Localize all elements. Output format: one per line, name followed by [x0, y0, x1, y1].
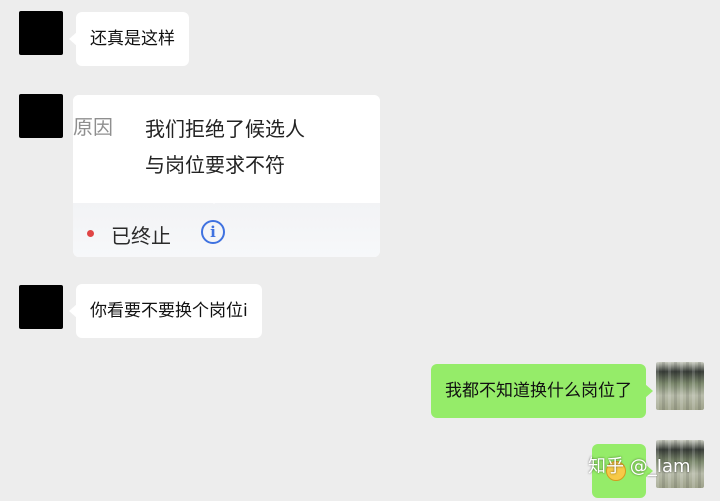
info-icon[interactable]: i	[201, 220, 225, 244]
user-avatar[interactable]	[656, 362, 704, 410]
message-bubble-self[interactable]: 我都不知道换什么岗位了	[431, 364, 653, 418]
message-bubble[interactable]: 还真是这样	[69, 12, 189, 66]
reason-label: 原因	[73, 115, 113, 139]
message-bubble[interactable]: 你看要不要换个岗位i	[69, 284, 262, 338]
contact-avatar[interactable]	[19, 285, 63, 329]
contact-avatar[interactable]	[19, 94, 63, 138]
card-pointer	[203, 192, 225, 204]
message-text: 还真是这样	[90, 29, 175, 49]
application-status-card[interactable]: 原因 我们拒绝了候选人 与岗位要求不符 已终止 i	[73, 95, 380, 257]
card-status-footer: 已终止 i	[73, 203, 380, 257]
status-dot-icon	[87, 230, 94, 237]
status-label: 已终止	[111, 224, 171, 248]
contact-avatar[interactable]	[19, 11, 63, 55]
reason-text-line2: 与岗位要求不符	[145, 153, 285, 177]
reason-text-line1: 我们拒绝了候选人	[145, 117, 305, 141]
watermark: 知乎 @_Iam	[588, 456, 691, 477]
message-text: 你看要不要换个岗位i	[90, 301, 248, 321]
message-text: 我都不知道换什么岗位了	[445, 381, 632, 401]
